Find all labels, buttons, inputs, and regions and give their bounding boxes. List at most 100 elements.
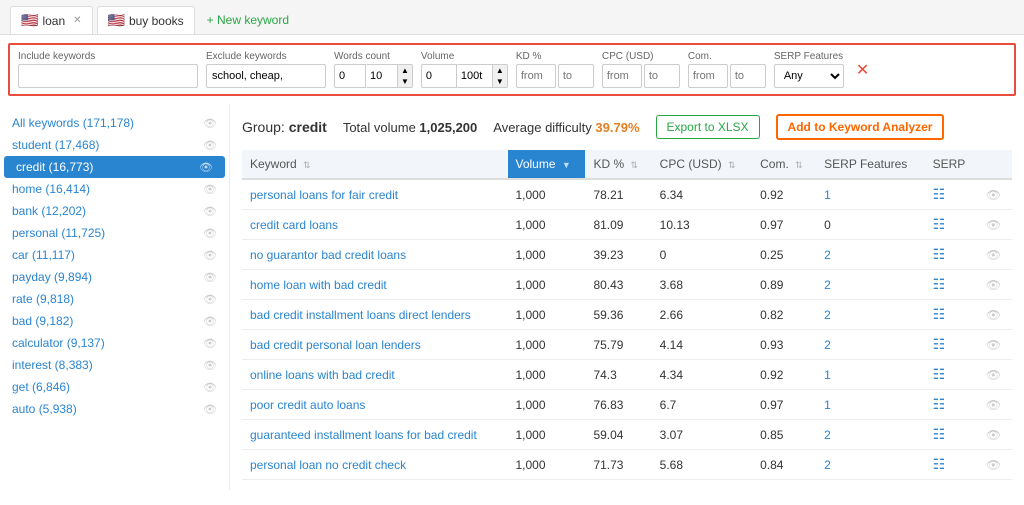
- cell-eye-1[interactable]: 👁: [978, 210, 1012, 240]
- eye-icon-student[interactable]: 👁: [203, 139, 217, 152]
- col-com[interactable]: Com. ⇅: [752, 150, 816, 179]
- eye-icon-row-1[interactable]: 👁: [986, 218, 1001, 232]
- tab-buy-books[interactable]: 🇺🇸 buy books: [97, 6, 195, 34]
- serp-features-link-6[interactable]: 1: [824, 368, 831, 382]
- include-keywords-input[interactable]: [18, 64, 198, 88]
- volume-from-input[interactable]: [421, 64, 457, 88]
- eye-icon-credit[interactable]: 👁: [199, 161, 213, 174]
- serp-doc-icon-9[interactable]: ☷: [933, 456, 946, 472]
- volume-spinner[interactable]: ▲ ▼: [493, 64, 508, 88]
- exclude-keywords-input[interactable]: [206, 64, 326, 88]
- eye-icon-interest[interactable]: 👁: [203, 359, 217, 372]
- sidebar-item-all-keywords[interactable]: All keywords (171,178) 👁: [0, 112, 229, 134]
- add-to-analyzer-button[interactable]: Add to Keyword Analyzer: [776, 114, 945, 140]
- volume-to-input[interactable]: [457, 64, 493, 88]
- cell-eye-3[interactable]: 👁: [978, 270, 1012, 300]
- serp-features-link-0[interactable]: 1: [824, 188, 831, 202]
- col-keyword[interactable]: Keyword ⇅: [242, 150, 508, 179]
- keyword-link-6[interactable]: online loans with bad credit: [250, 368, 395, 382]
- cpc-from-input[interactable]: [602, 64, 642, 88]
- cell-eye-6[interactable]: 👁: [978, 360, 1012, 390]
- com-to-input[interactable]: [730, 64, 766, 88]
- serp-features-link-3[interactable]: 2: [824, 278, 831, 292]
- serp-doc-icon-6[interactable]: ☷: [933, 366, 946, 382]
- serp-features-link-7[interactable]: 1: [824, 398, 831, 412]
- eye-icon-rate[interactable]: 👁: [203, 293, 217, 306]
- sidebar-item-home[interactable]: home (16,414) 👁: [0, 178, 229, 200]
- sidebar-item-auto[interactable]: auto (5,938) 👁: [0, 398, 229, 420]
- eye-icon-row-6[interactable]: 👁: [986, 368, 1001, 382]
- volume-down[interactable]: ▼: [493, 76, 507, 87]
- cell-eye-9[interactable]: 👁: [978, 450, 1012, 480]
- serp-features-link-9[interactable]: 2: [824, 458, 831, 472]
- serp-doc-icon-7[interactable]: ☷: [933, 396, 946, 412]
- words-from-input[interactable]: [334, 64, 366, 88]
- cell-eye-4[interactable]: 👁: [978, 300, 1012, 330]
- sidebar-item-student[interactable]: student (17,468) 👁: [0, 134, 229, 156]
- words-spinner[interactable]: ▲ ▼: [398, 64, 413, 88]
- volume-up[interactable]: ▲: [493, 65, 507, 76]
- export-button[interactable]: Export to XLSX: [656, 115, 760, 139]
- words-down[interactable]: ▼: [398, 76, 412, 87]
- serp-doc-icon-1[interactable]: ☷: [933, 216, 946, 232]
- sidebar-item-bad[interactable]: bad (9,182) 👁: [0, 310, 229, 332]
- sidebar-item-bank[interactable]: bank (12,202) 👁: [0, 200, 229, 222]
- serp-features-link-1[interactable]: 0: [824, 218, 831, 232]
- eye-icon-row-0[interactable]: 👁: [986, 188, 1001, 202]
- serp-doc-icon-5[interactable]: ☷: [933, 336, 946, 352]
- eye-icon-row-2[interactable]: 👁: [986, 248, 1001, 262]
- eye-icon-row-9[interactable]: 👁: [986, 458, 1001, 472]
- eye-icon-all[interactable]: 👁: [203, 117, 217, 130]
- tab-loan[interactable]: 🇺🇸 loan ✕: [10, 6, 93, 34]
- eye-icon-payday[interactable]: 👁: [203, 271, 217, 284]
- serp-features-link-8[interactable]: 2: [824, 428, 831, 442]
- serp-features-link-2[interactable]: 2: [824, 248, 831, 262]
- keyword-link-0[interactable]: personal loans for fair credit: [250, 188, 398, 202]
- words-up[interactable]: ▲: [398, 65, 412, 76]
- eye-icon-calculator[interactable]: 👁: [203, 337, 217, 350]
- col-kd[interactable]: KD % ⇅: [585, 150, 651, 179]
- sidebar-item-payday[interactable]: payday (9,894) 👁: [0, 266, 229, 288]
- serp-doc-icon-0[interactable]: ☷: [933, 186, 946, 202]
- cell-eye-0[interactable]: 👁: [978, 179, 1012, 210]
- sidebar-item-credit[interactable]: credit (16,773) 👁: [4, 156, 225, 178]
- cell-eye-5[interactable]: 👁: [978, 330, 1012, 360]
- cell-eye-8[interactable]: 👁: [978, 420, 1012, 450]
- clear-filters-button[interactable]: ✕: [856, 60, 869, 80]
- keyword-link-8[interactable]: guaranteed installment loans for bad cre…: [250, 428, 477, 442]
- sidebar-item-car[interactable]: car (11,117) 👁: [0, 244, 229, 266]
- eye-icon-row-8[interactable]: 👁: [986, 428, 1001, 442]
- kd-from-input[interactable]: [516, 64, 556, 88]
- eye-icon-row-7[interactable]: 👁: [986, 398, 1001, 412]
- keyword-link-1[interactable]: credit card loans: [250, 218, 338, 232]
- sidebar-item-interest[interactable]: interest (8,383) 👁: [0, 354, 229, 376]
- serp-select[interactable]: Any: [774, 64, 844, 88]
- kd-to-input[interactable]: [558, 64, 594, 88]
- new-keyword-button[interactable]: New keyword: [199, 8, 297, 32]
- eye-icon-bank[interactable]: 👁: [203, 205, 217, 218]
- close-tab-loan[interactable]: ✕: [73, 15, 81, 26]
- serp-features-link-4[interactable]: 2: [824, 308, 831, 322]
- cell-eye-2[interactable]: 👁: [978, 240, 1012, 270]
- eye-icon-bad[interactable]: 👁: [203, 315, 217, 328]
- eye-icon-row-4[interactable]: 👁: [986, 308, 1001, 322]
- keyword-link-4[interactable]: bad credit installment loans direct lend…: [250, 308, 471, 322]
- eye-icon-personal[interactable]: 👁: [203, 227, 217, 240]
- eye-icon-row-5[interactable]: 👁: [986, 338, 1001, 352]
- keyword-link-7[interactable]: poor credit auto loans: [250, 398, 365, 412]
- serp-doc-icon-2[interactable]: ☷: [933, 246, 946, 262]
- cell-eye-7[interactable]: 👁: [978, 390, 1012, 420]
- eye-icon-car[interactable]: 👁: [203, 249, 217, 262]
- serp-features-link-5[interactable]: 2: [824, 338, 831, 352]
- eye-icon-get[interactable]: 👁: [203, 381, 217, 394]
- col-volume[interactable]: Volume ▼: [508, 150, 586, 179]
- sidebar-item-calculator[interactable]: calculator (9,137) 👁: [0, 332, 229, 354]
- com-from-input[interactable]: [688, 64, 728, 88]
- eye-icon-auto[interactable]: 👁: [203, 403, 217, 416]
- sidebar-item-get[interactable]: get (6,846) 👁: [0, 376, 229, 398]
- keyword-link-3[interactable]: home loan with bad credit: [250, 278, 387, 292]
- cpc-to-input[interactable]: [644, 64, 680, 88]
- keyword-link-5[interactable]: bad credit personal loan lenders: [250, 338, 421, 352]
- keyword-link-9[interactable]: personal loan no credit check: [250, 458, 406, 472]
- serp-doc-icon-8[interactable]: ☷: [933, 426, 946, 442]
